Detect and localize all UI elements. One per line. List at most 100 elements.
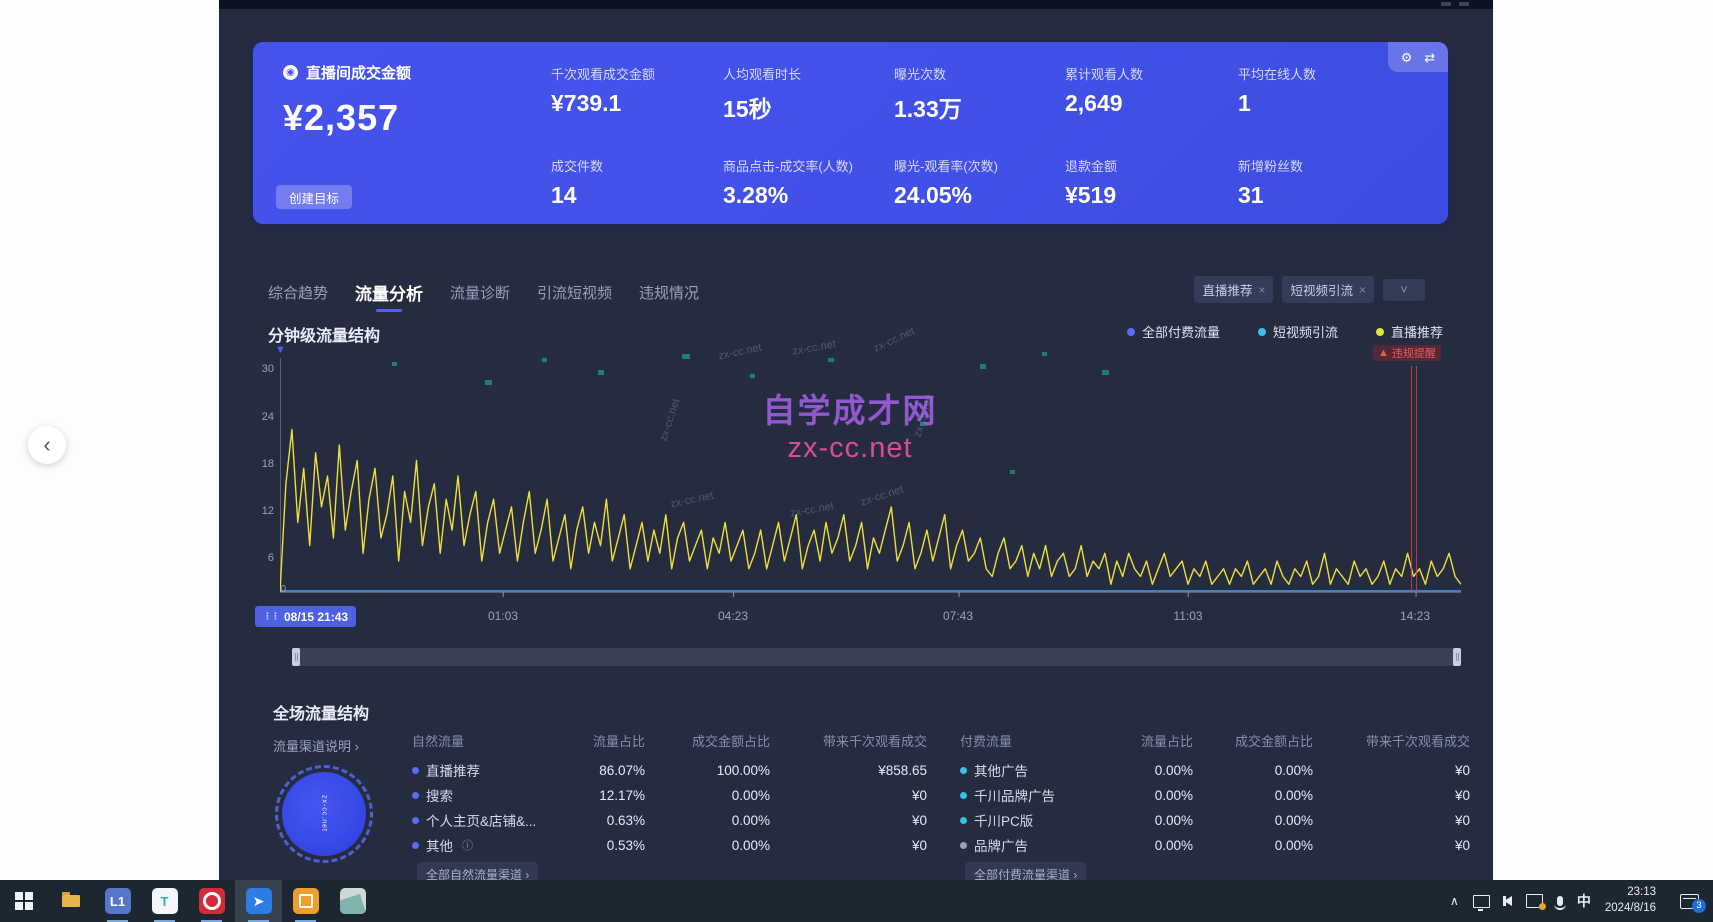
cell-value: 0.00%: [670, 813, 770, 828]
taskbar-app-notes[interactable]: [329, 880, 376, 922]
start-button[interactable]: [0, 880, 47, 922]
legend-dot: [1127, 328, 1135, 336]
cell-value: ¥858.65: [797, 763, 927, 778]
slider-track: [300, 648, 1453, 666]
y-tick: 12: [254, 505, 274, 517]
tray-chevron-icon[interactable]: ∧: [1450, 894, 1459, 908]
pointer-app-icon: ➤: [246, 888, 272, 914]
cell-value: 0.00%: [1103, 813, 1193, 828]
start-time-label: 08/15 21:43: [284, 610, 348, 624]
traffic-donut-chart[interactable]: zx-cc.net: [275, 765, 373, 863]
x-tick: 07:43: [928, 609, 988, 623]
tray-clock[interactable]: 23:13 2024/8/16: [1605, 885, 1656, 916]
slider-handle-right[interactable]: [1453, 648, 1461, 666]
chart-range-slider[interactable]: [292, 648, 1461, 666]
tab-overall-trend[interactable]: 综合趋势: [268, 282, 328, 303]
metric-label: 平均在线人数: [1238, 64, 1316, 83]
table-row: 个人主页&店铺&... 0.63% 0.00% ¥0: [412, 810, 927, 830]
cell-value: ¥0: [1340, 788, 1470, 803]
page-back-button[interactable]: ‹: [28, 426, 66, 464]
clock-date: 2024/8/16: [1605, 901, 1656, 917]
y-tick: 24: [254, 411, 274, 423]
row-label: 其他广告: [974, 760, 1028, 780]
table-row: 千川品牌广告 0.00% 0.00% ¥0: [960, 785, 1470, 805]
close-icon[interactable]: ×: [1258, 283, 1265, 297]
gear-icon[interactable]: ⚙: [1401, 51, 1413, 64]
metric-value: 15秒: [723, 90, 801, 124]
taskbar-app-orange[interactable]: [282, 880, 329, 922]
close-icon[interactable]: ×: [1359, 283, 1366, 297]
filter-dropdown[interactable]: ˅: [1383, 279, 1425, 301]
y-tick: 18: [254, 458, 274, 470]
taskbar-app-docs[interactable]: T: [141, 880, 188, 922]
info-icon[interactable]: ⓘ: [462, 837, 473, 853]
cell-value: ¥0: [797, 813, 927, 828]
legend-short-video[interactable]: 短视频引流: [1258, 322, 1338, 341]
channel-note-link[interactable]: 流量渠道说明 ›: [273, 736, 359, 755]
network-display-icon[interactable]: [1473, 895, 1490, 908]
cell-value: 0.00%: [670, 838, 770, 853]
orange-app-icon: [293, 888, 319, 914]
series-dot: [412, 767, 419, 774]
notification-center-icon[interactable]: 3: [1680, 894, 1699, 909]
ime-indicator[interactable]: 中: [1577, 891, 1591, 911]
watermark-small: zx-cc.net: [321, 795, 328, 832]
series-dot: [960, 817, 967, 824]
metric-value: 1.33万: [894, 90, 962, 124]
tab-short-video[interactable]: 引流短视频: [537, 282, 612, 303]
live-dashboard-window: ⚙ ⇄ ◉ 直播间成交金额 ¥2,357 创建目标 千次观看成交金额 ¥739.…: [219, 0, 1493, 880]
filter-chip-short-video[interactable]: 短视频引流 ×: [1282, 276, 1374, 303]
metric-cell: 平均在线人数 1: [1238, 64, 1316, 117]
metric-cell: 人均观看时长 15秒: [723, 64, 801, 124]
series-dot: [412, 842, 419, 849]
microphone-icon[interactable]: [1557, 896, 1563, 906]
time-range-start-chip[interactable]: ⋮⋮ 08/15 21:43: [255, 606, 356, 627]
column-header: 带来千次观看成交: [1340, 731, 1470, 750]
legend-live-recommend[interactable]: 直播推荐: [1376, 322, 1443, 341]
cell-value: 0.00%: [1213, 788, 1313, 803]
all-natural-channels-link[interactable]: 全部自然流量渠道 ›: [417, 862, 538, 880]
taskbar-file-explorer[interactable]: [47, 880, 94, 922]
legend-dot: [1376, 328, 1384, 336]
metric-label: 累计观看人数: [1065, 64, 1143, 83]
column-header: 付费流量: [960, 731, 1012, 750]
cell-value: 0.53%: [555, 838, 645, 853]
cell-value: 0.00%: [1213, 813, 1313, 828]
donut-inner: zx-cc.net: [282, 772, 366, 856]
minute-traffic-chart[interactable]: 30 24 18 12 6 0 ▼ ▲ 违规提醒 自学成才网 zx-cc.net…: [280, 352, 1461, 604]
legend-label: 直播推荐: [1391, 322, 1443, 341]
taskbar-app-browser[interactable]: [188, 880, 235, 922]
series-dot: [412, 817, 419, 824]
tab-traffic-analysis[interactable]: 流量分析: [355, 280, 423, 305]
cell-value: ¥0: [797, 788, 927, 803]
column-header: 自然流量: [412, 731, 464, 750]
cell-value: 0.00%: [1103, 788, 1193, 803]
violation-annotation[interactable]: ▲ 违规提醒: [1373, 345, 1441, 361]
legend-dot: [1258, 328, 1266, 336]
column-header: 流量占比: [555, 731, 645, 750]
taskbar-app-pointer-active[interactable]: ➤: [235, 880, 282, 922]
table-row: 千川PC版 0.00% 0.00% ¥0: [960, 810, 1470, 830]
slider-handle-left[interactable]: [292, 648, 300, 666]
row-label: 品牌广告: [974, 835, 1028, 855]
metric-value: 24.05%: [894, 182, 998, 209]
annotation-text: 违规提醒: [1392, 345, 1436, 361]
volume-icon[interactable]: [1504, 896, 1512, 906]
tab-traffic-diagnosis[interactable]: 流量诊断: [450, 282, 510, 303]
tab-violations[interactable]: 违规情况: [639, 282, 699, 303]
cell-value: ¥0: [1340, 763, 1470, 778]
cell-value: ¥0: [1340, 813, 1470, 828]
cell-value: 0.00%: [1213, 838, 1313, 853]
series-dot: [412, 792, 419, 799]
metric-value: 1: [1238, 90, 1316, 117]
swap-icon[interactable]: ⇄: [1424, 51, 1435, 64]
axis-pin-icon: ▼: [275, 344, 286, 356]
folder-icon: [62, 895, 80, 907]
legend-paid-traffic[interactable]: 全部付费流量: [1127, 322, 1220, 341]
taskbar-app-l1[interactable]: L1: [94, 880, 141, 922]
create-goal-button[interactable]: 创建目标: [276, 185, 352, 209]
screenshot-icon[interactable]: [1526, 894, 1543, 908]
series-dot: [960, 842, 967, 849]
all-paid-channels-link[interactable]: 全部付费流量渠道 ›: [965, 862, 1086, 880]
filter-chip-live-recommend[interactable]: 直播推荐 ×: [1194, 276, 1273, 303]
